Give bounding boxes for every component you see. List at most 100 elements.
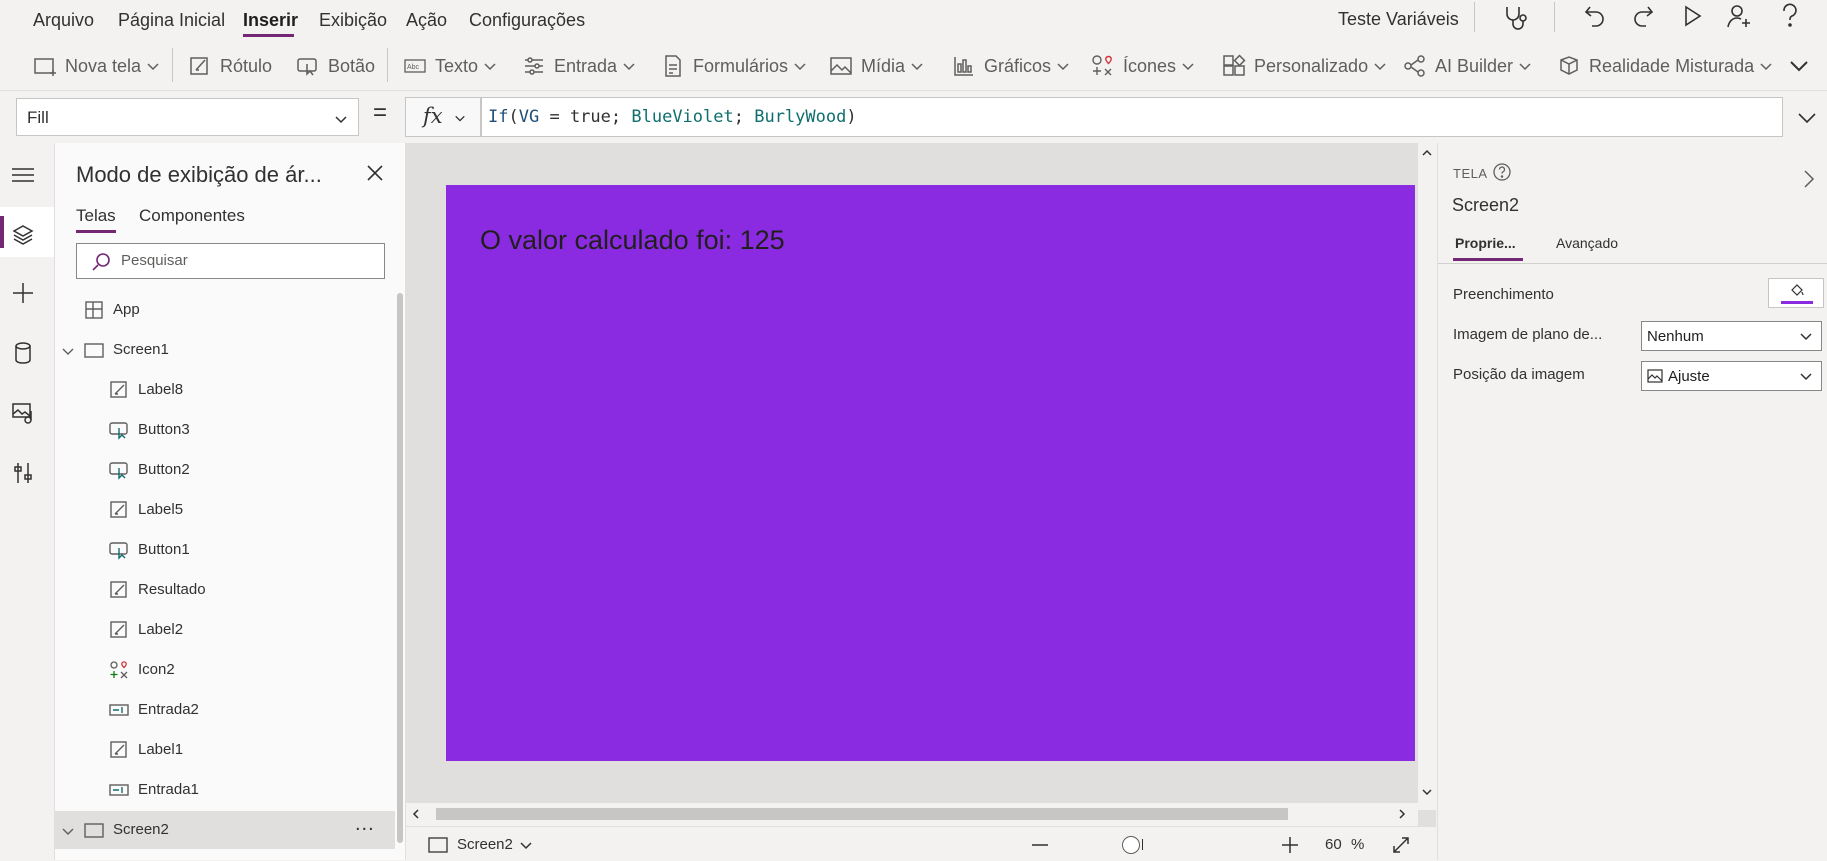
ai-builder-button[interactable]: AI Builder [1403, 54, 1532, 78]
tab-properties[interactable]: Proprie... [1455, 235, 1516, 251]
data-icon[interactable] [11, 341, 35, 365]
tab-componentes[interactable]: Componentes [139, 206, 245, 226]
tree-item-label: Screen2 [113, 821, 169, 838]
hamburger-icon[interactable] [11, 165, 35, 185]
formula-separator: ; [733, 107, 755, 127]
text-input-icon: Abc [404, 59, 426, 73]
tree-item-label1[interactable]: Label1 [55, 731, 395, 769]
tree-item-button1[interactable]: Button1 [55, 531, 395, 569]
tools-icon[interactable] [11, 461, 35, 485]
formula-input[interactable]: If(VG = true; BlueViolet; BurlyWood) [481, 97, 1783, 137]
chevron-down-icon [484, 63, 496, 71]
tree-item-screen1[interactable]: Screen1 [55, 331, 395, 369]
formularios-button[interactable]: Formulários [661, 54, 807, 78]
tree-item-label5[interactable]: Label5 [55, 491, 395, 529]
zoom-value[interactable]: 60 [1325, 836, 1342, 853]
active-tab-indicator [1453, 258, 1523, 261]
menu-inserir[interactable]: Inserir [243, 10, 298, 31]
rotulo-button[interactable]: Rótulo [188, 54, 272, 78]
redo-icon[interactable] [1630, 3, 1656, 29]
tree-item-entrada2[interactable]: Entrada2 [55, 691, 395, 729]
screen2-canvas[interactable]: O valor calculado foi: 125 [446, 185, 1415, 761]
tab-telas[interactable]: Telas [76, 206, 116, 226]
property-selector[interactable]: Fill [16, 98, 359, 136]
fit-to-window-icon[interactable] [1392, 836, 1410, 854]
chevron-right-icon[interactable] [1396, 808, 1408, 820]
app-checker-icon[interactable] [1501, 4, 1529, 32]
result-label[interactable]: O valor calculado foi: 125 [480, 225, 785, 256]
tree-item-button3[interactable]: Button3 [55, 411, 395, 449]
chevron-down-icon[interactable] [61, 345, 75, 359]
chevron-left-icon[interactable] [410, 808, 422, 820]
tree-item-resultado[interactable]: Resultado [55, 571, 395, 609]
share-user-icon[interactable] [1726, 3, 1752, 29]
background-image-dropdown[interactable]: Nenhum [1641, 321, 1822, 351]
close-icon[interactable] [365, 163, 385, 183]
help-icon[interactable] [1779, 3, 1801, 29]
media-icon[interactable] [11, 401, 35, 425]
ribbon-expand-icon[interactable] [1788, 55, 1810, 77]
tree-item-label2[interactable]: Label2 [55, 611, 395, 649]
zoom-slider-thumb[interactable] [1122, 836, 1140, 854]
image-position-dropdown[interactable]: Ajuste [1641, 361, 1822, 391]
plus-icon[interactable] [11, 281, 35, 305]
icones-button[interactable]: Ícones [1091, 54, 1195, 78]
zoom-out-icon[interactable] [1032, 843, 1048, 847]
entrada-button[interactable]: Entrada [522, 54, 636, 78]
menu-arquivo[interactable]: Arquivo [33, 10, 94, 31]
texto-label: Texto [435, 55, 479, 76]
fill-color-picker[interactable] [1768, 278, 1824, 308]
search-input[interactable]: Pesquisar [76, 243, 385, 279]
midia-button[interactable]: Mídia [829, 54, 924, 78]
menu-configuracoes[interactable]: Configurações [469, 10, 585, 31]
tree-scrollbar[interactable] [397, 293, 403, 843]
layers-icon[interactable] [11, 223, 35, 247]
menu-acao[interactable]: Ação [406, 10, 447, 31]
formula-expand-icon[interactable] [1797, 108, 1817, 128]
tab-advanced[interactable]: Avançado [1556, 235, 1618, 251]
chevron-up-icon[interactable] [1421, 147, 1433, 159]
zoom-in-icon[interactable] [1282, 837, 1298, 853]
tree-item-label: Resultado [138, 581, 206, 598]
personalizado-label: Personalizado [1254, 55, 1369, 76]
nova-tela-button[interactable]: Nova tela [33, 54, 160, 78]
menu-pagina-inicial[interactable]: Página Inicial [118, 10, 225, 31]
personalizado-button[interactable]: Personalizado [1222, 54, 1387, 78]
chevron-down-icon[interactable] [519, 839, 533, 853]
screen-icon [84, 343, 104, 358]
texto-button[interactable]: Abc Texto [403, 54, 497, 78]
chevron-down-icon[interactable] [1421, 786, 1433, 798]
tree-item-app[interactable]: App [55, 291, 395, 329]
tree-item-entrada1[interactable]: Entrada1 [55, 771, 395, 809]
chevron-right-icon[interactable] [1802, 169, 1816, 189]
chevron-down-icon[interactable] [61, 825, 75, 839]
scrollbar-thumb[interactable] [436, 808, 1288, 820]
current-screen-label[interactable]: Screen2 [457, 836, 513, 853]
mixed-reality-icon [1560, 56, 1578, 75]
graficos-button[interactable]: Gráficos [952, 54, 1070, 78]
botao-button[interactable]: Botão [296, 54, 375, 78]
zoom-unit: % [1351, 836, 1365, 853]
chevron-down-icon [1760, 63, 1772, 71]
undo-icon[interactable] [1582, 3, 1608, 29]
fill-label: Preenchimento [1453, 286, 1554, 303]
button-icon [109, 462, 128, 480]
formula-separator: ; [610, 107, 632, 127]
image-position-value: Ajuste [1668, 368, 1710, 385]
info-icon[interactable] [1492, 162, 1512, 182]
tree-item-icon2[interactable]: Icon2 [55, 651, 395, 689]
chevron-down-icon [335, 116, 347, 124]
tree-item-screen2[interactable]: Screen2 ... [55, 811, 395, 849]
menu-exibicao[interactable]: Exibição [319, 10, 387, 31]
fx-button[interactable]: fx [405, 97, 481, 137]
screen-icon [428, 837, 448, 853]
canvas-horizontal-scrollbar[interactable] [406, 803, 1418, 826]
tree-item-label: Label1 [138, 741, 184, 758]
play-icon[interactable] [1680, 4, 1704, 28]
tree-item-button2[interactable]: Button2 [55, 451, 395, 489]
realidade-misturada-button[interactable]: Realidade Misturada [1557, 54, 1773, 78]
tree-item-label8[interactable]: Label8 [55, 371, 395, 409]
more-options-icon[interactable]: ... [355, 813, 375, 836]
canvas-vertical-scrollbar[interactable] [1418, 143, 1436, 810]
icons-icon [1092, 55, 1112, 76]
